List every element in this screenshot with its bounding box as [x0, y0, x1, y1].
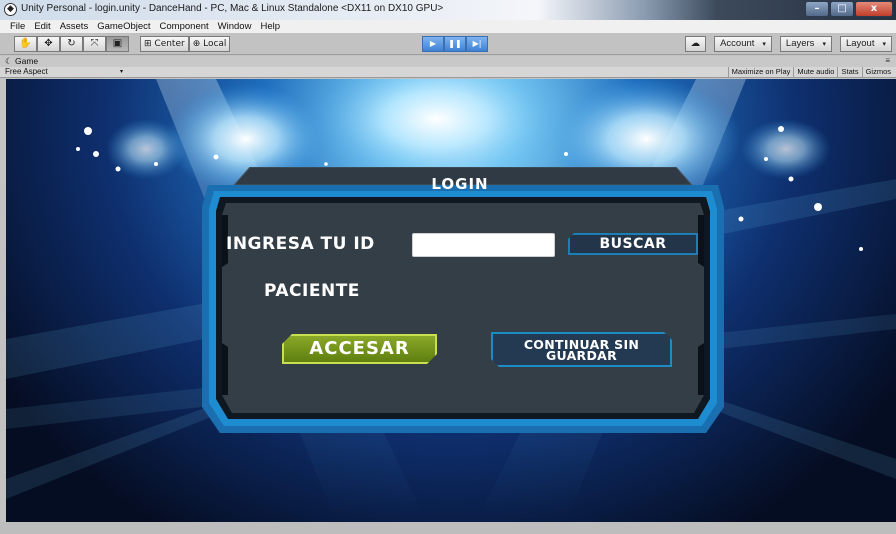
chevron-down-icon: ▾: [119, 69, 123, 75]
id-label: INGRESA TU ID: [226, 234, 375, 254]
layout-dropdown[interactable]: Layout ▾: [839, 36, 892, 52]
pivot-center-toggle[interactable]: ⊞ Center: [140, 36, 189, 52]
search-button[interactable]: BUSCAR: [568, 233, 698, 255]
stats-toggle[interactable]: Stats: [837, 67, 861, 77]
game-view[interactable]: LOGIN INGRESA TU ID BUSCAR PACIENTE ACCE…: [6, 79, 896, 522]
layers-label: Layers: [785, 38, 815, 49]
step-button[interactable]: ▶|: [466, 36, 488, 52]
game-tab-row: ☾ Game ≡: [0, 56, 896, 67]
game-view-toolbar: Free Aspect ▾ Maximize on Play Mute audi…: [0, 67, 896, 78]
cloud-icon[interactable]: ☁: [684, 36, 707, 52]
pivot-center-label: Center: [154, 39, 185, 49]
aspect-dropdown[interactable]: Free Aspect ▾: [5, 67, 123, 77]
login-title: LOGIN: [431, 175, 489, 193]
menu-edit[interactable]: Edit: [34, 21, 50, 32]
transform-tools: ✋ ✥ ↻ ⤧ ▣: [14, 36, 129, 52]
id-input[interactable]: [412, 233, 555, 257]
toolbar: ✋ ✥ ↻ ⤧ ▣ ⊞ Center ⊕ Local ▶ ❚❚ ▶| ☁ Acc…: [0, 33, 896, 55]
rotate-tool-icon[interactable]: ↻: [60, 36, 83, 52]
maximize-on-play-toggle[interactable]: Maximize on Play: [727, 67, 794, 77]
tab-game-label: Game: [14, 56, 39, 66]
menu-component[interactable]: Component: [160, 21, 209, 32]
game-view-options: Maximize on Play Mute audio Stats Gizmos: [727, 67, 894, 77]
maximize-button[interactable]: □: [830, 1, 854, 17]
rect-tool-icon[interactable]: ▣: [106, 36, 129, 52]
scale-tool-icon[interactable]: ⤧: [83, 36, 106, 52]
window-controls: – □ x: [804, 1, 893, 17]
menu-file[interactable]: File: [10, 21, 25, 32]
hand-tool-icon[interactable]: ✋: [14, 36, 37, 52]
gizmos-dropdown[interactable]: Gizmos: [861, 67, 894, 77]
toolbar-right: ☁ Account ▾ Layers ▾ Layout ▾: [684, 36, 892, 52]
login-panel: LOGIN INGRESA TU ID BUSCAR PACIENTE ACCE…: [202, 167, 724, 437]
unity-logo-icon: ◆: [4, 3, 17, 16]
play-button[interactable]: ▶: [422, 36, 444, 52]
status-bar: [0, 522, 896, 534]
aspect-label: Free Aspect: [5, 67, 48, 76]
login-panel-frame: [202, 167, 724, 433]
window-title: Unity Personal - login.unity - DanceHand…: [21, 3, 444, 14]
play-controls: ▶ ❚❚ ▶|: [422, 36, 488, 52]
layout-label: Layout: [845, 38, 875, 49]
menu-assets[interactable]: Assets: [60, 21, 89, 32]
layers-dropdown[interactable]: Layers ▾: [779, 36, 832, 52]
continue-without-saving-button[interactable]: CONTINUAR SIN GUARDAR: [491, 332, 672, 367]
minimize-button[interactable]: –: [805, 1, 829, 17]
close-button[interactable]: x: [855, 1, 893, 17]
menu-window[interactable]: Window: [218, 21, 252, 32]
mute-audio-toggle[interactable]: Mute audio: [793, 67, 837, 77]
pivot-local-label: Local: [203, 39, 227, 49]
pivot-toggles: ⊞ Center ⊕ Local: [140, 36, 231, 52]
account-dropdown[interactable]: Account ▾: [714, 36, 772, 52]
tab-game[interactable]: ☾ Game: [5, 56, 38, 67]
tab-menu-icon[interactable]: ≡: [885, 56, 890, 65]
pause-button[interactable]: ❚❚: [444, 36, 466, 52]
menu-help[interactable]: Help: [260, 21, 280, 32]
account-label: Account: [720, 38, 755, 49]
chevron-down-icon: ▾: [822, 41, 826, 48]
patient-label: PACIENTE: [264, 281, 360, 301]
move-tool-icon[interactable]: ✥: [37, 36, 60, 52]
pivot-local-toggle[interactable]: ⊕ Local: [188, 36, 231, 52]
window-title-bar: ◆ Unity Personal - login.unity - DanceHa…: [0, 0, 896, 20]
unity-editor-window: ◆ Unity Personal - login.unity - DanceHa…: [0, 0, 896, 534]
chevron-down-icon: ▾: [762, 41, 766, 48]
chevron-down-icon: ▾: [882, 41, 886, 48]
menu-bar: File Edit Assets GameObject Component Wi…: [0, 20, 896, 33]
submit-button[interactable]: ACCESAR: [282, 334, 437, 364]
menu-gameobject[interactable]: GameObject: [97, 21, 150, 32]
